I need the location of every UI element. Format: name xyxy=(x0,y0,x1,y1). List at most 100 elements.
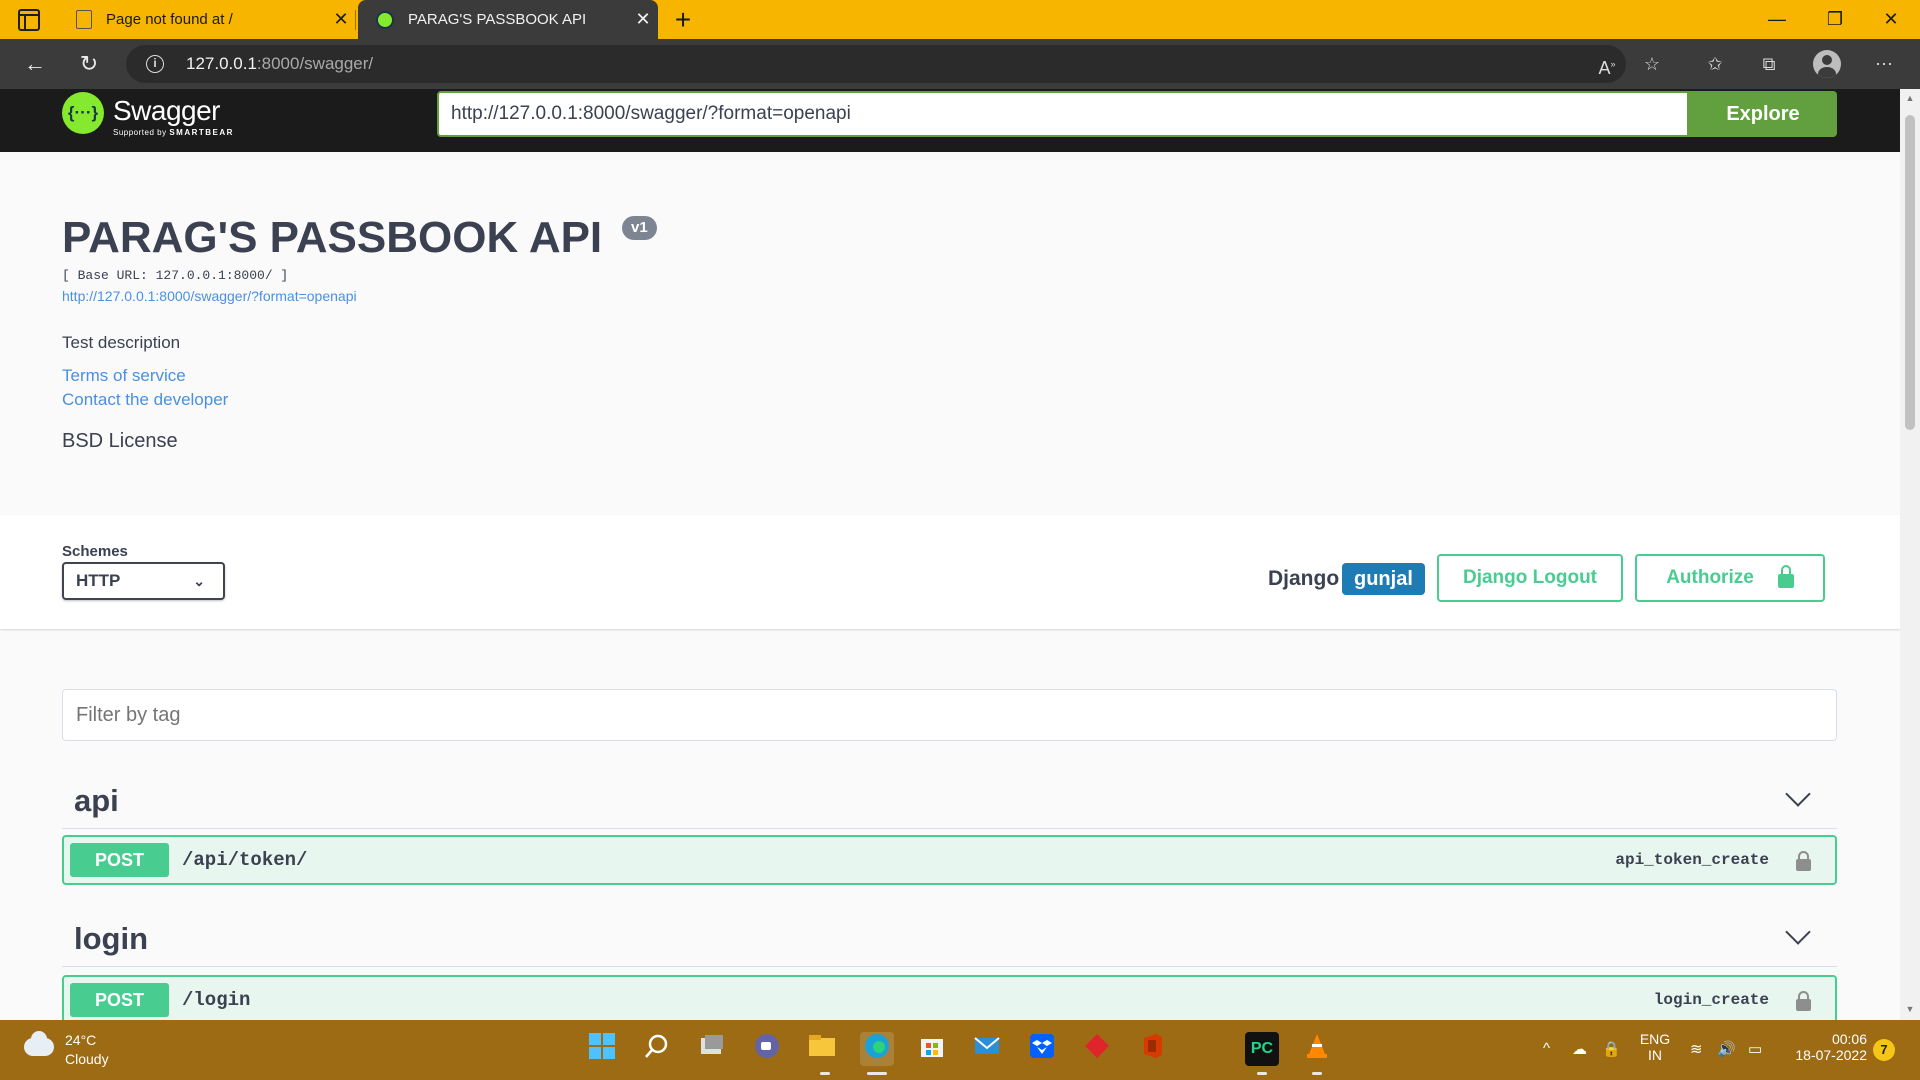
new-tab-button[interactable]: + xyxy=(668,4,698,36)
tag-section-login[interactable]: login xyxy=(62,909,1837,967)
tag-section-api[interactable]: api xyxy=(62,771,1837,829)
spec-link[interactable]: http://127.0.0.1:8000/swagger/?format=op… xyxy=(62,288,357,304)
close-window-button[interactable]: ✕ xyxy=(1862,0,1920,39)
lock-icon[interactable] xyxy=(1796,851,1811,871)
explore-button[interactable]: Explore xyxy=(1689,91,1837,137)
notification-badge[interactable]: 7 xyxy=(1873,1039,1895,1061)
scroll-up-icon[interactable]: ▲ xyxy=(1905,93,1915,103)
api-description: Test description xyxy=(62,333,181,352)
tab-page-not-found[interactable]: Page not found at / ✕ xyxy=(58,0,356,39)
terms-of-service-link[interactable]: Terms of service xyxy=(62,366,186,386)
chevron-down-icon[interactable] xyxy=(1785,919,1811,945)
task-view-icon[interactable] xyxy=(695,1032,729,1066)
lock-icon[interactable] xyxy=(1796,991,1811,1011)
collections-icon[interactable]: ⧉ xyxy=(1752,47,1786,81)
vlc-icon[interactable] xyxy=(1300,1032,1334,1066)
office-icon[interactable] xyxy=(1135,1032,1169,1066)
scroll-down-icon[interactable]: ▼ xyxy=(1905,1004,1915,1014)
clock-time: 00:06 xyxy=(1831,1031,1867,1047)
address-bar[interactable]: i 127.0.0.1:8000/swagger/ xyxy=(126,45,1626,83)
running-indicator xyxy=(1257,1072,1267,1075)
spec-url-input[interactable] xyxy=(437,91,1689,137)
weather-temp[interactable]: 24°C xyxy=(65,1032,96,1048)
red-diamond-app-icon[interactable] xyxy=(1080,1032,1114,1066)
swagger-logo-subtitle: Supported by SMARTBEAR xyxy=(113,128,234,137)
license-text: BSD License xyxy=(62,430,178,452)
django-logout-button[interactable]: Django Logout xyxy=(1437,554,1623,602)
maximize-button[interactable]: ❐ xyxy=(1806,0,1864,39)
edge-browser-icon[interactable] xyxy=(860,1032,894,1066)
clock-date: 18-07-2022 xyxy=(1795,1047,1867,1063)
close-icon[interactable]: ✕ xyxy=(326,9,356,30)
operation-id: api_token_create xyxy=(1615,851,1769,869)
battery-icon[interactable]: ▭ xyxy=(1748,1040,1762,1058)
language-line1: ENG xyxy=(1639,1031,1671,1047)
dropbox-icon[interactable] xyxy=(1025,1032,1059,1066)
operation-post-login[interactable]: POST /login login_create xyxy=(62,975,1837,1020)
tab-actions-icon[interactable] xyxy=(18,9,40,31)
swagger-topbar: {···} Swagger Supported by SMARTBEAR Exp… xyxy=(0,89,1900,152)
address-path: :8000/swagger/ xyxy=(256,54,374,73)
swagger-logo-icon[interactable]: {···} xyxy=(62,92,104,134)
browser-tabstrip: Page not found at / ✕ PARAG'S PASSBOOK A… xyxy=(0,0,1920,39)
tag-name: api xyxy=(74,783,119,818)
clock[interactable]: 00:06 18-07-2022 xyxy=(1785,1031,1867,1063)
filter-by-tag-input[interactable] xyxy=(62,689,1837,741)
page-title: PARAG'S PASSBOOK API xyxy=(62,213,603,262)
tab-passbook-api[interactable]: PARAG'S PASSBOOK API ✕ xyxy=(358,0,658,39)
microsoft-store-icon[interactable] xyxy=(915,1032,949,1066)
operation-post-api-token[interactable]: POST /api/token/ api_token_create xyxy=(62,835,1837,885)
contact-developer-link[interactable]: Contact the developer xyxy=(62,390,228,410)
onedrive-icon[interactable]: ☁ xyxy=(1572,1040,1587,1058)
favorites-icon[interactable]: ✩ xyxy=(1698,47,1732,81)
logo-sub-prefix: Supported by xyxy=(113,128,167,137)
operation-id: login_create xyxy=(1653,991,1769,1009)
base-url: [ Base URL: 127.0.0.1:8000/ ] xyxy=(62,268,289,283)
site-info-icon[interactable]: i xyxy=(146,55,164,73)
language-indicator[interactable]: ENG IN xyxy=(1638,1031,1672,1063)
chevron-up-icon[interactable]: ^ xyxy=(1543,1040,1550,1057)
authorize-button[interactable]: Authorize xyxy=(1635,554,1825,602)
scroll-thumb[interactable] xyxy=(1905,115,1915,430)
pycharm-icon[interactable]: PC xyxy=(1245,1032,1279,1066)
weather-desc[interactable]: Cloudy xyxy=(65,1051,109,1067)
running-indicator xyxy=(1312,1072,1322,1075)
method-badge: POST xyxy=(70,843,169,877)
file-explorer-icon[interactable] xyxy=(805,1032,839,1066)
page-viewport: {···} Swagger Supported by SMARTBEAR Exp… xyxy=(0,89,1900,1020)
start-windows-icon[interactable] xyxy=(585,1032,619,1066)
tag-name: login xyxy=(74,921,149,956)
version-badge: v1 xyxy=(622,216,657,240)
security-icon[interactable]: 🔒 xyxy=(1602,1040,1621,1058)
teams-chat-icon[interactable] xyxy=(750,1032,784,1066)
schemes-select[interactable]: HTTP ⌄ xyxy=(62,562,225,600)
read-aloud-icon[interactable]: A» xyxy=(1590,47,1624,81)
operation-path: /login xyxy=(182,989,251,1011)
schemes-label: Schemes xyxy=(62,543,128,560)
refresh-icon[interactable]: ↻ xyxy=(72,47,106,81)
browser-toolbar: ← ↻ i 127.0.0.1:8000/swagger/ A» ☆ ✩ ⧉ ⋯ xyxy=(0,39,1920,89)
swagger-logo-text[interactable]: Swagger xyxy=(113,95,221,127)
chevron-down-icon[interactable] xyxy=(1785,781,1811,807)
method-badge: POST xyxy=(70,983,169,1017)
add-favorite-icon[interactable]: ☆ xyxy=(1635,47,1669,81)
mail-icon[interactable] xyxy=(970,1032,1004,1066)
vertical-scrollbar[interactable]: ▲ ▼ xyxy=(1900,89,1920,1020)
scheme-container: Schemes HTTP ⌄ Django gunjal Django Logo… xyxy=(0,515,1900,629)
lock-open-icon xyxy=(1777,564,1794,588)
running-indicator xyxy=(820,1072,830,1075)
volume-icon[interactable]: 🔊 xyxy=(1717,1040,1736,1058)
schemes-selected-value: HTTP xyxy=(76,571,121,590)
search-icon[interactable] xyxy=(640,1032,674,1066)
close-icon[interactable]: ✕ xyxy=(628,9,658,30)
more-menu-icon[interactable]: ⋯ xyxy=(1867,47,1901,81)
wifi-icon[interactable]: ≋ xyxy=(1690,1040,1703,1058)
cloud-icon[interactable] xyxy=(24,1031,54,1056)
back-arrow-icon[interactable]: ← xyxy=(18,47,52,81)
minimize-button[interactable]: — xyxy=(1748,0,1806,39)
logo-sub-brand: SMARTBEAR xyxy=(169,128,234,137)
profile-avatar-icon[interactable] xyxy=(1813,50,1841,78)
language-line2: IN xyxy=(1648,1047,1662,1063)
address-text[interactable]: 127.0.0.1:8000/swagger/ xyxy=(186,54,373,74)
chevron-down-icon: ⌄ xyxy=(193,573,205,589)
